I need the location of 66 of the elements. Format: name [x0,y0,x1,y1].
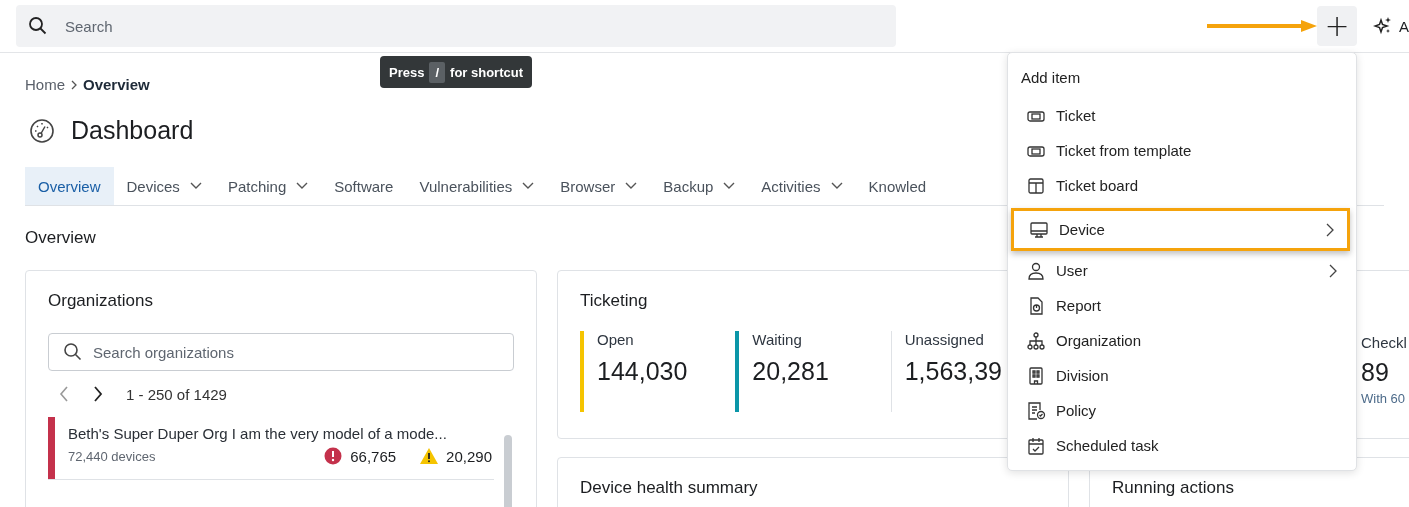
gauge-icon [29,117,55,144]
stat-value: 144,030 [597,357,688,386]
search-field[interactable]: Search organizations [48,333,514,371]
search-icon [28,16,48,36]
sparkle-icon[interactable] [1373,16,1393,36]
menu-item[interactable]: Scheduled task [1008,428,1356,463]
organization-row[interactable]: Beth's Super Duper Org I am the very model of a mode... 72,440 devices 66,765 20,290 [48,417,494,480]
tab[interactable]: Vulnerabilities [406,167,548,205]
menu-item[interactable]: User [1008,253,1356,288]
tooltip-text: for shortcut [450,64,523,80]
tooltip-text: Press [389,64,425,80]
tab[interactable]: Activities [748,167,856,205]
card-title: Ticketing [580,291,648,311]
section-title: Overview [25,228,96,248]
previous-page-icon[interactable] [58,385,70,403]
tab[interactable]: Software [321,167,407,205]
tab[interactable]: Patching [214,167,322,205]
page-range: 1 - 250 of 1429 [126,385,227,403]
user-icon [1025,260,1047,281]
card-title: Organizations [48,291,153,311]
policy-icon [1025,400,1047,421]
scrollbar[interactable] [504,435,512,507]
hierarchy-icon [1025,330,1047,351]
chevron-right-icon [69,78,79,91]
stat-value: 1,563,39 [904,357,1002,386]
menu-item[interactable]: Policy [1008,393,1356,428]
tab[interactable]: Overview [25,167,114,205]
shortcut-key: / [429,61,446,83]
warning-count: 20,290 [446,447,492,465]
board-icon [1025,175,1047,196]
card-title: Running actions [1112,478,1234,498]
menu-title: Add item [1020,69,1082,86]
tab[interactable]: Devices [113,167,215,205]
calendar-icon [1025,435,1047,456]
search-field[interactable]: Search [16,5,896,47]
add-button[interactable]: + [1317,6,1357,46]
device-count: 72,440 devices [68,448,156,464]
stat-label: Unassigned [904,331,985,348]
page-title: Dashboard [71,116,194,145]
error-count: 66,765 [350,447,397,465]
breadcrumb-link[interactable]: Home [25,76,65,93]
menu-item[interactable]: Device [1011,208,1350,251]
stat-value: 89 [1361,358,1390,387]
menu-item[interactable]: Ticket from template [1008,133,1356,168]
stat-label: Open [597,331,635,348]
ai-button[interactable]: A [1399,17,1409,35]
error-icon [324,447,343,465]
monitor-icon [1028,219,1050,240]
stat-value: 20,281 [752,357,829,386]
organization-name: Beth's Super Duper Org I am the very model of a mode... [68,425,448,442]
menu-item[interactable]: Report [1008,288,1356,323]
tab[interactable]: Backup [650,167,749,205]
tab[interactable]: Browser [547,167,651,205]
menu-item[interactable]: Organization [1008,323,1356,358]
menu-item[interactable]: Division [1008,358,1356,393]
breadcrumb-link[interactable]: Overview [83,76,150,93]
search-icon [63,342,83,362]
stat-label: Waiting [752,331,803,348]
tab[interactable]: Knowled [855,167,940,205]
menu-item[interactable]: Ticket board [1008,168,1356,203]
stat-label: Checkl [1361,334,1408,351]
next-page-icon[interactable] [92,385,104,403]
warning-icon [420,448,439,464]
stat-note: With 60 [1361,391,1407,406]
card-title: Device health summary [580,478,758,498]
menu-item[interactable]: Ticket [1008,98,1356,133]
